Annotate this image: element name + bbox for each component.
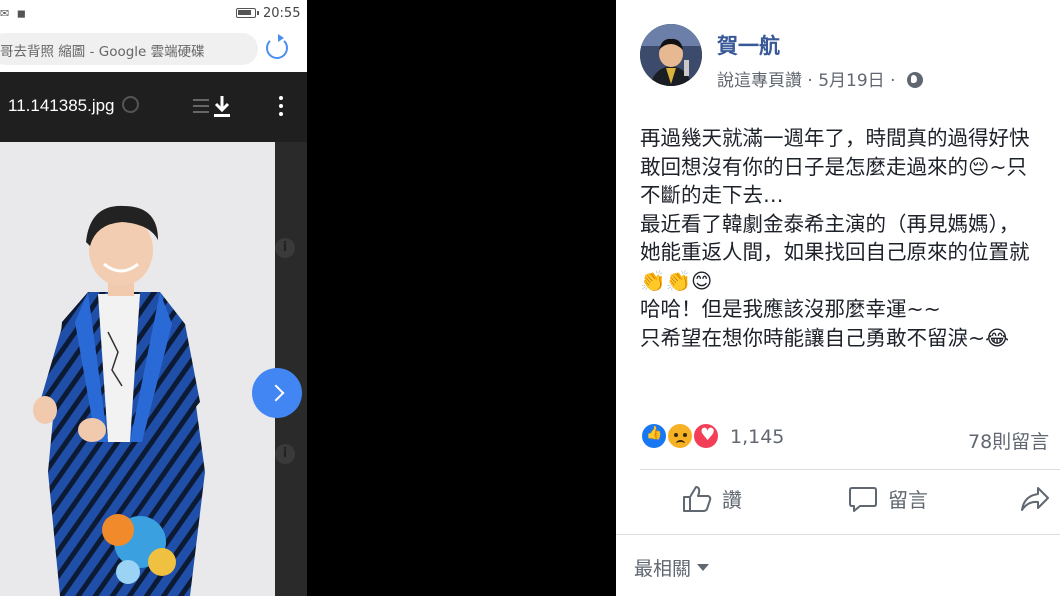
person-illustration [33, 205, 205, 596]
share-button[interactable]: 分 [1020, 484, 1060, 520]
comment-count[interactable]: 78則留言 [968, 427, 1049, 454]
post-line: 👏👏😊 [640, 268, 713, 293]
status-bar: ✉ ◼ 20:55 [0, 0, 307, 27]
portrait-photo [0, 142, 275, 596]
info-icon: i [275, 238, 295, 258]
post-line: 不斷的走下去… [640, 183, 784, 207]
sort-label: 最相關 [634, 558, 692, 580]
search-icon [122, 96, 139, 113]
list-icon [193, 99, 209, 113]
caret-down-icon [697, 564, 710, 571]
like-icon [640, 422, 668, 450]
share-icon [1021, 487, 1049, 511]
separator: · [890, 71, 901, 91]
author-name[interactable]: 賀一航 [717, 30, 780, 60]
info-icon: i [275, 444, 295, 464]
post-line: 她能重返人間，如果找回自己原來的位置就 [640, 240, 1030, 264]
battery-icon [236, 8, 259, 18]
viewer-toolbar: 11.141385.jpg [0, 72, 307, 142]
globe-icon [906, 72, 923, 88]
post-meta: 說這專頁讚 · 5月19日 · [717, 66, 923, 91]
love-icon [692, 422, 720, 450]
url-text: 哥去背照 縮圖 - Google 雲端硬碟 [0, 44, 205, 60]
post-line: 敢回想沒有你的日子是怎麼走過來的😔~只 [640, 154, 1028, 179]
phone-screenshot: ✉ ◼ 20:55 哥去背照 縮圖 - Google 雲端硬碟 11.14138… [0, 0, 307, 596]
comment-button[interactable]: 留言 [848, 484, 928, 520]
post-date[interactable]: 5月19日 [818, 71, 884, 91]
next-image-button[interactable] [252, 368, 302, 418]
post-line: 哈哈！但是我應該沒那麼幸運~~ [640, 297, 941, 321]
separator: · [807, 71, 819, 91]
browser-url-bar: 哥去背照 縮圖 - Google 雲端硬碟 [0, 27, 307, 72]
like-label: 讚 [722, 488, 742, 512]
file-name: 11.141385.jpg [8, 96, 115, 115]
comment-icon [849, 487, 877, 512]
more-options-icon[interactable] [279, 96, 284, 118]
thumbs-up-icon [683, 486, 712, 512]
post-line: 只希望在想你時能讓自己勇敢不留淚~😂 [640, 325, 1010, 350]
divider [616, 534, 1060, 535]
like-button[interactable]: 讚 [682, 484, 742, 520]
post-line: 再過幾天就滿一週年了，時間真的過得好快 [640, 126, 1030, 150]
comment-sort-dropdown[interactable]: 最相關 [634, 554, 710, 581]
post-text: 再過幾天就滿一週年了，時間真的過得好快 敢回想沒有你的日子是怎麼走過來的😔~只 … [640, 124, 1060, 352]
post-line: 最近看了韓劇金泰希主演的（再見媽媽）， [640, 211, 1020, 236]
facebook-post: 賀一航 說這專頁讚 · 5月19日 · 再過幾天就滿一週年了，時間真的過得好快 … [616, 0, 1060, 596]
download-icon[interactable] [211, 94, 233, 118]
reaction-count[interactable]: 1,145 [730, 426, 784, 448]
notification-icons: ✉ ◼ [0, 7, 28, 20]
page-like-link[interactable]: 說這專頁讚 [717, 71, 802, 91]
divider [640, 469, 1060, 470]
reload-icon[interactable] [266, 34, 288, 59]
comment-label: 留言 [888, 488, 928, 512]
status-time: 20:55 [263, 6, 301, 21]
avatar[interactable] [640, 24, 702, 86]
sad-icon [666, 422, 694, 450]
